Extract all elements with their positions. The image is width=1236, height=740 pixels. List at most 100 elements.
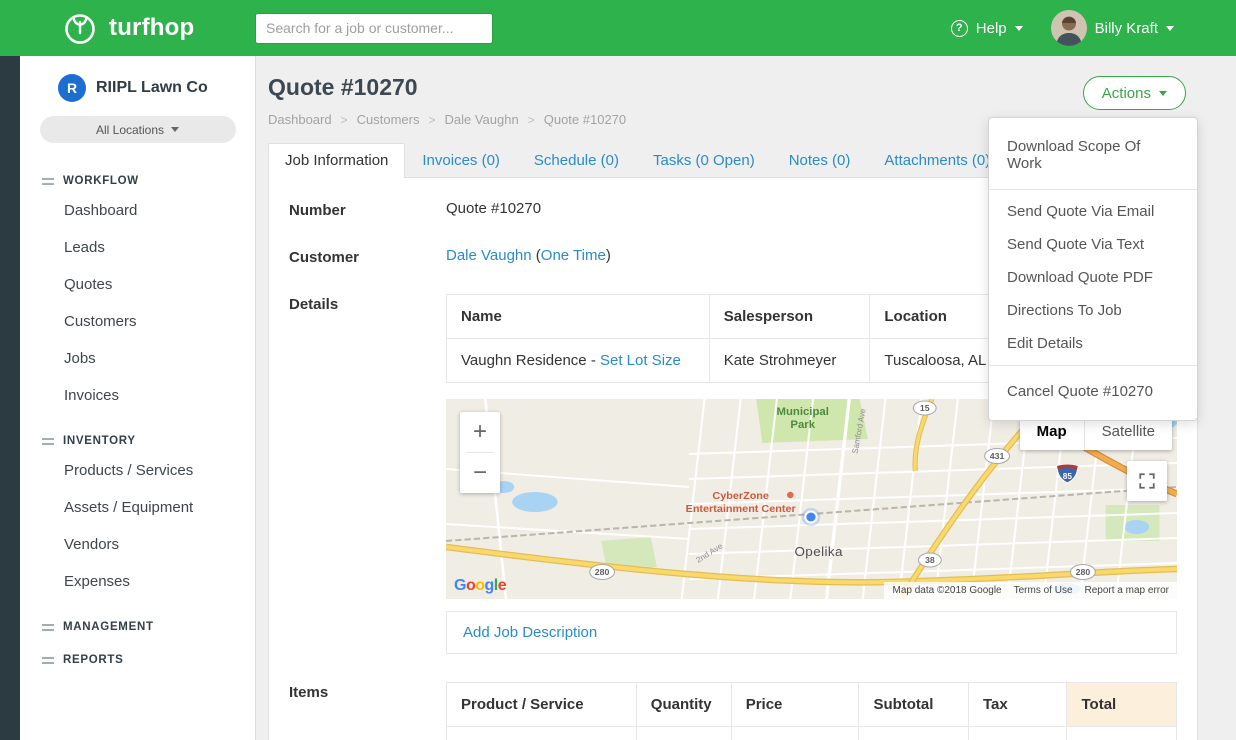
report-map-error-link[interactable]: Report a map error <box>1085 585 1169 596</box>
section-dash-icon <box>42 178 54 185</box>
zoom-in-button[interactable]: + <box>460 412 500 452</box>
section-dash-icon <box>42 657 54 664</box>
items-col-tax: Tax <box>968 683 1067 727</box>
menu-item-directions-to-job[interactable]: Directions To Job <box>989 294 1197 327</box>
items-cell <box>731 727 859 740</box>
map[interactable]: Municipal Park CyberZone Entertainment C… <box>446 399 1177 599</box>
menu-item-send-quote-via-email[interactable]: Send Quote Via Email <box>989 195 1197 228</box>
sidebar-item-quotes[interactable]: Quotes <box>20 266 255 303</box>
tab-job-information[interactable]: Job Information <box>268 143 405 178</box>
user-menu[interactable]: Billy Kraft <box>1051 10 1174 46</box>
google-letter: o <box>475 577 484 594</box>
google-letter: G <box>454 577 466 594</box>
section-dash-icon <box>42 438 54 445</box>
logo-text: turfhop <box>109 14 194 42</box>
breadcrumb-separator: > <box>428 113 435 127</box>
items-cell <box>636 727 731 740</box>
company-header[interactable]: R RIIPL Lawn Co <box>20 74 255 102</box>
breadcrumb-current: Quote #10270 <box>544 112 626 127</box>
sidebar-item-expenses[interactable]: Expenses <box>20 563 255 600</box>
svg-text:38: 38 <box>925 555 935 565</box>
help-label: Help <box>976 20 1007 37</box>
menu-item-send-quote-via-text[interactable]: Send Quote Via Text <box>989 228 1197 261</box>
turfhop-logo[interactable]: turfhop <box>0 8 255 48</box>
map-zoom-control: + − <box>460 412 500 493</box>
google-letter: g <box>485 577 494 594</box>
terms-of-use-link[interactable]: Terms of Use <box>1014 585 1073 596</box>
customer-link[interactable]: Dale Vaughn <box>446 247 532 264</box>
menu-item-download-scope-of-work[interactable]: Download Scope Of Work <box>989 126 1197 184</box>
user-name: Billy Kraft <box>1095 20 1158 37</box>
nav-section-inventory: INVENTORY <box>20 435 255 447</box>
items-col-subtotal: Subtotal <box>859 683 969 727</box>
items-header-row: Product / Service Quantity Price Subtota… <box>447 683 1177 727</box>
sidebar-item-vendors[interactable]: Vendors <box>20 526 255 563</box>
company-badge: R <box>58 74 86 102</box>
details-col-name: Name <box>447 295 710 339</box>
items-label: Items <box>289 682 446 740</box>
svg-text:85: 85 <box>1063 472 1073 481</box>
sidebar-item-jobs[interactable]: Jobs <box>20 340 255 377</box>
add-job-description-link[interactable]: Add Job Description <box>463 624 597 641</box>
breadcrumb-customers[interactable]: Customers <box>357 112 420 127</box>
google-letter: o <box>466 577 475 594</box>
breadcrumb-dashboard[interactable]: Dashboard <box>268 112 332 127</box>
sidebar-item-leads[interactable]: Leads <box>20 229 255 266</box>
search-input[interactable] <box>255 13 493 44</box>
tab-schedule[interactable]: Schedule (0) <box>517 143 636 177</box>
nav-section-label: WORKFLOW <box>63 175 139 187</box>
tab-tasks[interactable]: Tasks (0 Open) <box>636 143 772 177</box>
details-col-salesperson: Salesperson <box>709 295 870 339</box>
turfhop-logo-icon <box>60 8 100 48</box>
zoom-out-button[interactable]: − <box>460 453 500 493</box>
customer-label: Customer <box>289 247 446 266</box>
sidebar-item-customers[interactable]: Customers <box>20 303 255 340</box>
sidebar-item-invoices[interactable]: Invoices <box>20 377 255 414</box>
set-lot-size-link[interactable]: Set Lot Size <box>600 352 681 369</box>
nav-section-label: INVENTORY <box>63 435 136 447</box>
tab-invoices[interactable]: Invoices (0) <box>405 143 517 177</box>
sidebar-item-dashboard[interactable]: Dashboard <box>20 192 255 229</box>
items-col-price: Price <box>731 683 859 727</box>
chevron-down-icon <box>1159 91 1167 96</box>
tab-notes[interactable]: Notes (0) <box>772 143 868 177</box>
sidebar-item-products-services[interactable]: Products / Services <box>20 452 255 489</box>
menu-item-edit-details[interactable]: Edit Details <box>989 327 1197 360</box>
items-cell <box>859 727 969 740</box>
locations-label: All Locations <box>96 123 164 137</box>
locations-selector[interactable]: All Locations <box>40 116 236 143</box>
google-letter: e <box>498 577 506 594</box>
top-navbar: turfhop ? Help Billy Kraft <box>0 0 1236 56</box>
tab-attachments[interactable]: Attachments (0) <box>867 143 1007 177</box>
breadcrumb-dale-vaughn[interactable]: Dale Vaughn <box>445 112 519 127</box>
items-cell <box>968 727 1067 740</box>
main-content: Quote #10270 Dashboard > Customers > Dal… <box>256 56 1236 740</box>
svg-text:280: 280 <box>1076 567 1091 577</box>
sidebar-rail <box>0 56 20 740</box>
actions-button[interactable]: Actions <box>1083 76 1186 110</box>
customer-type-link[interactable]: One Time <box>541 247 606 264</box>
nav-section-workflow: WORKFLOW <box>20 175 255 187</box>
items-table-row <box>447 727 1177 740</box>
sidebar-item-assets-equipment[interactable]: Assets / Equipment <box>20 489 255 526</box>
menu-item-cancel-quote[interactable]: Cancel Quote #10270 <box>989 371 1197 412</box>
svg-text:431: 431 <box>990 451 1005 461</box>
job-description-box: Add Job Description <box>446 611 1177 654</box>
section-dash-icon <box>42 624 54 631</box>
google-logo[interactable]: Google <box>454 577 506 595</box>
sidebar: R RIIPL Lawn Co All Locations WORKFLOW D… <box>0 56 256 740</box>
menu-item-download-quote-pdf[interactable]: Download Quote PDF <box>989 261 1197 294</box>
map-label-park: Municipal <box>777 406 829 418</box>
fullscreen-icon <box>1138 472 1156 490</box>
property-name: Vaughn Residence - <box>461 352 600 369</box>
items-cell <box>447 727 637 740</box>
fullscreen-button[interactable] <box>1127 461 1167 501</box>
map-label-park: Park <box>790 419 815 431</box>
nav-section-reports: REPORTS <box>20 654 255 666</box>
svg-text:15: 15 <box>920 403 930 413</box>
customer-type-paren-close: ) <box>606 247 611 264</box>
items-col-total: Total <box>1067 683 1177 727</box>
help-menu[interactable]: ? Help <box>951 20 1023 37</box>
map-attribution: Map data ©2018 Google Terms of Use Repor… <box>884 582 1177 599</box>
items-col-product-service: Product / Service <box>447 683 637 727</box>
